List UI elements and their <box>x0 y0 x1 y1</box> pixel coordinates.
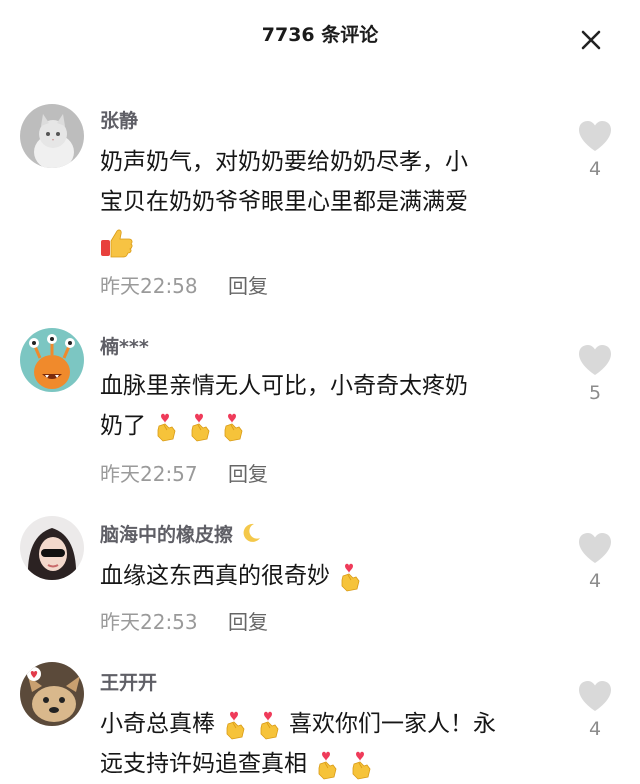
finger-heart-emoji-icon <box>256 710 282 740</box>
like-button[interactable]: 5 <box>574 344 616 404</box>
close-icon <box>581 30 601 50</box>
cat-avatar-image <box>20 104 84 168</box>
heart-icon <box>577 120 613 152</box>
finger-heart-emoji-icon <box>153 412 179 442</box>
username[interactable]: 王开开 <box>100 672 157 694</box>
like-button[interactable]: 4 <box>574 680 616 740</box>
username-text: 脑海中的橡皮擦 <box>100 524 234 546</box>
comment-meta: 昨天22:58 回复 <box>100 270 268 299</box>
crescent-moon-icon <box>243 523 260 542</box>
finger-heart-emoji-icon <box>220 412 246 442</box>
like-count: 4 <box>588 718 602 740</box>
comments-header: 7736 条评论 <box>0 0 640 72</box>
finger-heart-emoji-icon <box>314 750 340 780</box>
comment-text-line: 血脉里亲情无人可比，小奇奇太疼奶 <box>100 373 468 399</box>
avatar[interactable] <box>20 516 84 580</box>
woman-avatar-image <box>20 516 84 580</box>
like-count: 4 <box>588 158 602 180</box>
finger-heart-emoji-icon <box>348 750 374 780</box>
comment-time: 昨天22:58 <box>100 274 198 298</box>
like-button[interactable]: 4 <box>574 532 616 592</box>
comment-meta: 昨天22:57 回复 <box>100 458 268 487</box>
comment-time: 昨天22:53 <box>100 610 198 634</box>
comment-text: 血脉里亲情无人可比，小奇奇太疼奶 奶了 <box>100 366 540 446</box>
finger-heart-emoji-icon <box>337 562 363 592</box>
finger-heart-emoji-icon <box>187 412 213 442</box>
comment-text-line: 喜欢你们一家人！永 <box>288 711 496 737</box>
comment-count-title: 7736 条评论 <box>261 24 379 46</box>
comment-text: 小奇总真棒 喜欢你们一家人！永 远支持许妈追查真相 <box>100 704 540 784</box>
finger-heart-emoji-icon <box>222 710 248 740</box>
avatar[interactable] <box>20 328 84 392</box>
reply-button[interactable]: 回复 <box>228 610 268 634</box>
reply-button[interactable]: 回复 <box>228 274 268 298</box>
heart-icon <box>577 344 613 376</box>
username[interactable]: 楠*** <box>100 336 149 358</box>
avatar[interactable] <box>20 662 84 726</box>
comment-text-line: 奶了 <box>100 413 146 439</box>
avatar[interactable] <box>20 104 84 168</box>
comment-text: 奶声奶气，对奶奶要给奶奶尽孝，小 宝贝在奶奶爷爷眼里心里都是满满爱 <box>100 142 540 262</box>
heart-icon <box>577 532 613 564</box>
like-button[interactable]: 4 <box>574 120 616 180</box>
thumbs-up-emoji-icon <box>100 228 134 258</box>
heart-icon <box>577 680 613 712</box>
comment-text-line: 远支持许妈追查真相 <box>100 751 307 777</box>
reply-button[interactable]: 回复 <box>228 462 268 486</box>
comment-text-line: 宝贝在奶奶爷爷眼里心里都是满满爱 <box>100 189 468 215</box>
username[interactable]: 张静 <box>100 110 138 132</box>
close-button[interactable] <box>576 25 606 55</box>
dog-avatar-image <box>20 662 84 726</box>
like-count: 5 <box>588 382 602 404</box>
comment-text-line: 小奇总真棒 <box>100 711 215 737</box>
comment-text: 血缘这东西真的很奇妙 <box>100 556 540 596</box>
comment-text-line: 血缘这东西真的很奇妙 <box>100 563 330 589</box>
username[interactable]: 脑海中的橡皮擦 <box>100 522 262 546</box>
comment-text-line: 奶声奶气，对奶奶要给奶奶尽孝，小 <box>100 149 468 175</box>
comment-time: 昨天22:57 <box>100 462 198 486</box>
monster-avatar-image <box>20 328 84 392</box>
comment-meta: 昨天22:53 回复 <box>100 606 268 635</box>
like-count: 4 <box>588 570 602 592</box>
